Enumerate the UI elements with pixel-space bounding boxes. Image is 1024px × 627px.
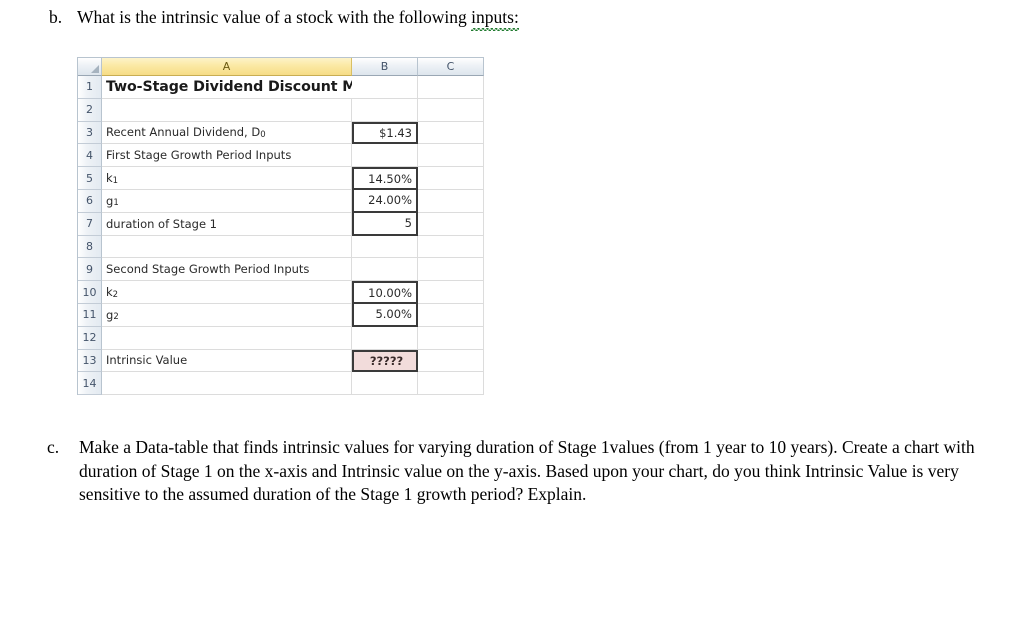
question-b-marker: b. (49, 7, 63, 27)
cell-a2[interactable] (102, 98, 352, 122)
cell-a6[interactable]: g1 (102, 189, 352, 213)
cell-a5[interactable]: k1 (102, 167, 352, 190)
cell-a12[interactable] (102, 326, 352, 350)
row-header-10[interactable]: 10 (78, 281, 102, 304)
cell-a4[interactable]: First Stage Growth Period Inputs (102, 144, 352, 168)
row-header-3[interactable]: 3 (78, 121, 102, 145)
cell-b6[interactable]: 24.00% (352, 189, 418, 213)
question-b-text: What is the intrinsic value of a stock w… (77, 6, 519, 30)
cell-b1[interactable] (352, 76, 418, 99)
select-all-corner-button[interactable] (78, 58, 102, 76)
cell-b8[interactable] (352, 235, 418, 259)
cell-c13[interactable] (418, 349, 484, 373)
column-header-c[interactable]: C (418, 58, 484, 76)
spreadsheet-row: 6 g 1 24.00% (78, 189, 484, 213)
spreadsheet-body: 1Two-Stage Dividend Discount Model23Rece… (78, 76, 484, 396)
row-header-11[interactable]: 11 (78, 303, 102, 327)
cell-a1[interactable]: Two-Stage Dividend Discount Model (102, 76, 352, 99)
row-header-9[interactable]: 9 (78, 258, 102, 282)
cell-c2[interactable] (418, 98, 484, 122)
spreadsheet-row: 10 k 2 10.00% (78, 281, 484, 304)
row-header-1[interactable]: 1 (78, 76, 102, 99)
question-b: b. What is the intrinsic value of a stoc… (49, 6, 949, 30)
cell-c5[interactable] (418, 167, 484, 190)
question-c-text: Make a Data-table that finds intrinsic v… (79, 437, 975, 504)
cell-b3[interactable]: $1.43 (352, 121, 418, 145)
cell-b14[interactable] (352, 372, 418, 396)
row-header-14[interactable]: 14 (78, 372, 102, 396)
spreadsheet-row: 12 (78, 326, 484, 350)
cell-a7[interactable]: duration of Stage 1 (102, 212, 352, 236)
spreadsheet-row: 2 (78, 98, 484, 122)
spreadsheet-row: 4 First Stage Growth Period Inputs (78, 144, 484, 168)
spreadsheet-row: 3 Recent Annual Dividend, D 0 $1.43 (78, 121, 484, 145)
row-header-8[interactable]: 8 (78, 235, 102, 259)
spreadsheet-row: 13 Intrinsic Value????? (78, 349, 484, 373)
cell-b5[interactable]: 14.50% (352, 167, 418, 190)
cell-a9[interactable]: Second Stage Growth Period Inputs (102, 258, 352, 282)
select-all-triangle-icon (91, 65, 99, 73)
cell-b7[interactable]: 5 (352, 212, 418, 236)
cell-b9[interactable] (352, 258, 418, 282)
cell-b10[interactable]: 10.00% (352, 281, 418, 304)
question-b-spellchecked-word: inputs: (471, 6, 519, 30)
cell-c11[interactable] (418, 303, 484, 327)
spreadsheet-row: 7 duration of Stage 15 (78, 212, 484, 236)
cell-c8[interactable] (418, 235, 484, 259)
cell-a11[interactable]: g2 (102, 303, 352, 327)
cell-a14[interactable] (102, 372, 352, 396)
cell-a10[interactable]: k2 (102, 281, 352, 304)
row-header-13[interactable]: 13 (78, 349, 102, 373)
row-header-7[interactable]: 7 (78, 212, 102, 236)
cell-a3[interactable]: Recent Annual Dividend, D0 (102, 121, 352, 145)
cell-a8[interactable] (102, 235, 352, 259)
row-header-12[interactable]: 12 (78, 326, 102, 350)
cell-b13[interactable]: ????? (352, 349, 418, 373)
row-header-6[interactable]: 6 (78, 189, 102, 213)
question-b-text-before: What is the intrinsic value of a stock w… (77, 7, 472, 27)
spreadsheet-row: 8 (78, 235, 484, 259)
cell-b2[interactable] (352, 98, 418, 122)
spreadsheet-grid[interactable]: A B C 1Two-Stage Dividend Discount Model… (77, 57, 484, 396)
cell-b12[interactable] (352, 326, 418, 350)
question-c: c. Make a Data-table that finds intrinsi… (47, 436, 999, 507)
cell-c14[interactable] (418, 372, 484, 396)
cell-c4[interactable] (418, 144, 484, 168)
spreadsheet-row: 11 g 2 5.00% (78, 303, 484, 327)
cell-c9[interactable] (418, 258, 484, 282)
column-header-a[interactable]: A (102, 58, 352, 76)
cell-c1[interactable] (418, 76, 484, 99)
cell-c6[interactable] (418, 189, 484, 213)
spreadsheet-row: 14 (78, 372, 484, 396)
cell-b4[interactable] (352, 144, 418, 168)
cell-b11[interactable]: 5.00% (352, 303, 418, 327)
cell-c12[interactable] (418, 326, 484, 350)
column-header-row: A B C (78, 58, 484, 76)
row-header-4[interactable]: 4 (78, 144, 102, 168)
row-header-2[interactable]: 2 (78, 98, 102, 122)
question-c-marker: c. (47, 437, 60, 457)
spreadsheet-row: 5 k 1 14.50% (78, 167, 484, 190)
spreadsheet-row: 1Two-Stage Dividend Discount Model (78, 76, 484, 99)
cell-a13[interactable]: Intrinsic Value (102, 349, 352, 373)
row-header-5[interactable]: 5 (78, 167, 102, 190)
spreadsheet-row: 9 Second Stage Growth Period Inputs (78, 258, 484, 282)
column-header-b[interactable]: B (352, 58, 418, 76)
cell-c3[interactable] (418, 121, 484, 145)
cell-c10[interactable] (418, 281, 484, 304)
cell-c7[interactable] (418, 212, 484, 236)
